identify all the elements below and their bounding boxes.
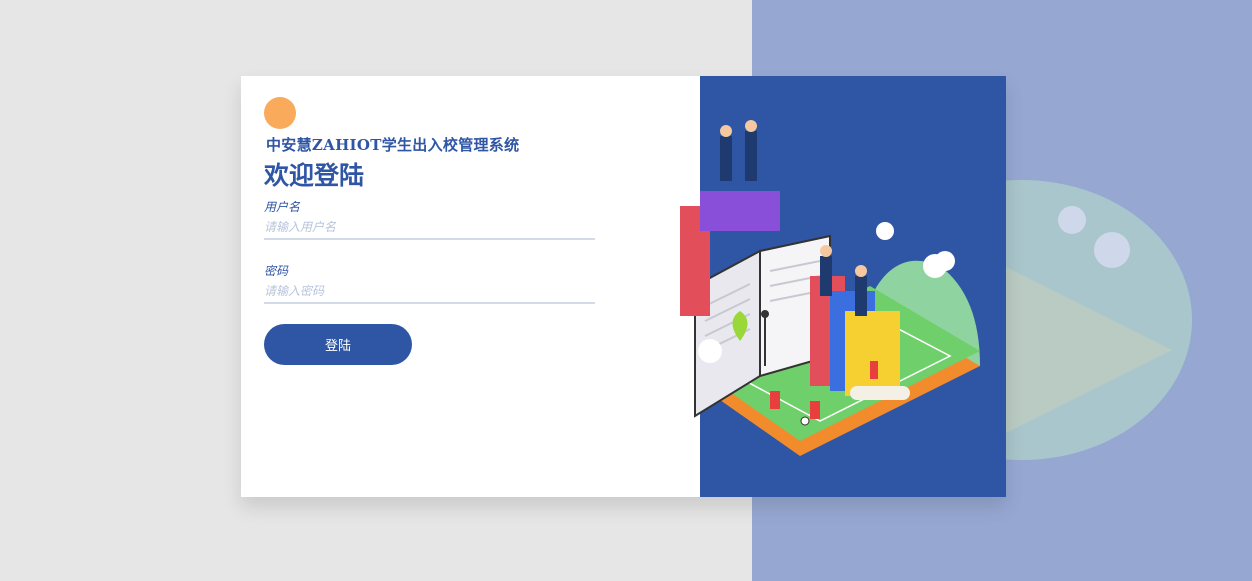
password-label: 密码: [264, 264, 289, 278]
campus-illustration: [680, 120, 980, 456]
username-label: 用户名: [264, 200, 301, 214]
page-title: 欢迎登陆: [264, 161, 365, 190]
password-input[interactable]: [264, 280, 595, 304]
login-button[interactable]: 登陆: [264, 324, 412, 365]
illustration-panel: [680, 76, 1006, 497]
login-form-panel: 中安慧ZAHIOT学生出入校管理系统 欢迎登陆 用户名 密码 登陆: [241, 76, 700, 497]
logo-icon: [264, 97, 296, 129]
username-input[interactable]: [264, 216, 595, 240]
system-name: 中安慧ZAHIOT学生出入校管理系统: [266, 136, 520, 154]
login-card: 中安慧ZAHIOT学生出入校管理系统 欢迎登陆 用户名 密码 登陆: [241, 76, 1006, 497]
